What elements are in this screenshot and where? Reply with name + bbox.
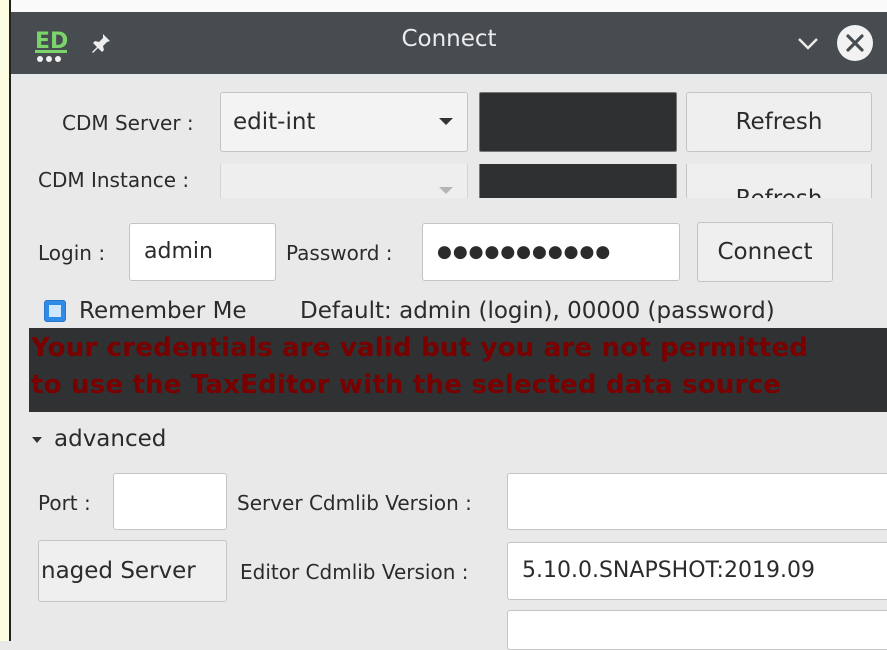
dialog-titlebar[interactable]: ED Connect	[11, 12, 887, 74]
advanced-label: advanced	[54, 426, 167, 452]
instance-status-panel	[479, 164, 677, 198]
cdm-server-label: CDM Server :	[62, 111, 194, 135]
instance-row-clip: Refresh	[11, 164, 887, 198]
background-window-edge	[0, 0, 887, 12]
chevron-down-icon[interactable]	[793, 28, 823, 58]
dropdown-arrow-icon	[439, 187, 453, 194]
editor-cdmlib-version-field[interactable]: 5.10.0.SNAPSHOT:2019.09	[507, 542, 887, 600]
cdm-instance-dropdown[interactable]	[220, 164, 468, 198]
login-input[interactable]: admin	[129, 223, 276, 281]
password-label: Password :	[286, 241, 393, 265]
refresh-server-button[interactable]: Refresh	[686, 92, 872, 152]
dialog-title: Connect	[401, 26, 497, 52]
error-line-2: to use the TaxEditor with the selected d…	[31, 370, 782, 400]
default-credentials-hint: Default: admin (login), 00000 (password)	[300, 298, 775, 324]
editor-cdmlib-version-label: Editor Cdmlib Version :	[240, 560, 469, 584]
server-cdmlib-version-field[interactable]	[507, 473, 887, 530]
cdm-server-dropdown[interactable]: edit-int	[220, 92, 468, 152]
dropdown-arrow-icon	[439, 118, 453, 125]
remember-me-label[interactable]: Remember Me	[79, 298, 247, 324]
cdm-server-value: edit-int	[233, 109, 316, 135]
close-icon[interactable]	[837, 25, 873, 61]
connect-button[interactable]: Connect	[697, 222, 833, 282]
remember-row-clip: Remember Me Default: admin (login), 0000…	[11, 292, 887, 328]
error-line-1: Your credentials are valid but you are n…	[31, 333, 809, 363]
password-input[interactable]: ●●●●●●●●●●●	[422, 223, 680, 281]
server-cdmlib-version-label: Server Cdmlib Version :	[237, 491, 472, 515]
error-message-panel: Your credentials are valid but you are n…	[29, 328, 887, 412]
triangle-down-icon	[32, 437, 42, 443]
refresh-instance-button[interactable]: Refresh	[686, 164, 872, 198]
port-input[interactable]	[113, 473, 227, 530]
background-window-strip	[0, 0, 11, 641]
login-label: Login :	[38, 241, 106, 265]
next-field-partial[interactable]	[507, 610, 887, 650]
port-label: Port :	[38, 491, 91, 515]
server-status-panel	[479, 92, 677, 152]
managed-server-button[interactable]: naged Server	[38, 540, 227, 602]
